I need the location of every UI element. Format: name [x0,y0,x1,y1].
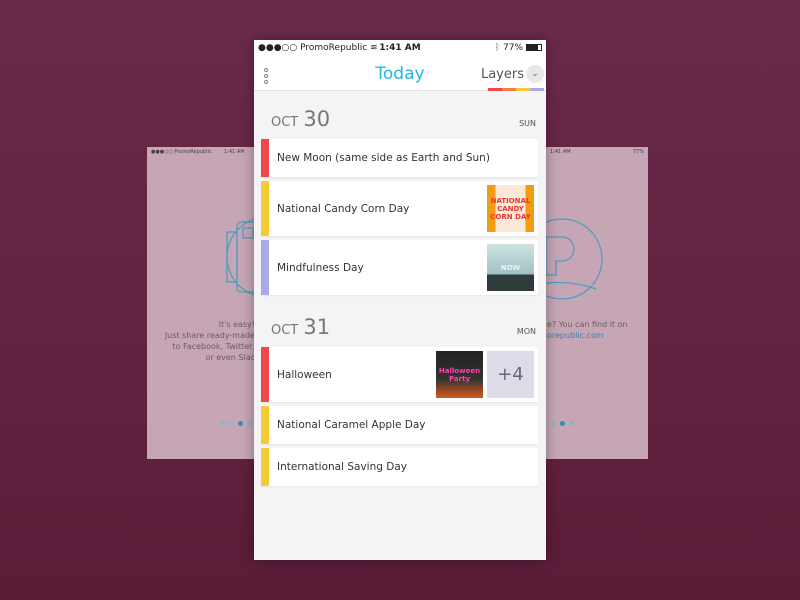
event-thumbnail[interactable]: NATIONAL CANDY CORN DAY [487,185,534,232]
event-card[interactable]: International Saving Day [261,448,538,486]
status-bar: ●●●○○ PromoRepublic ≋ 1:41 AM ᛒ 77% [254,40,546,55]
layers-button[interactable]: Layers [481,67,524,82]
promorepublic-logo-illustration-icon [546,218,603,300]
layer-color-stripe [261,448,269,486]
app-header: Today Layers ⌄ [254,55,546,91]
event-title: Halloween [277,368,332,381]
month: OCT [271,115,299,130]
event-thumbnail[interactable]: Halloween Party [436,351,483,398]
page-dots[interactable] [220,421,252,426]
event-thumbnail[interactable]: NOW [487,244,534,291]
page-dots[interactable] [542,421,574,426]
month: OCT [271,323,299,338]
event-card[interactable]: National Candy Corn Day NATIONAL CANDY CO… [261,181,538,236]
layer-color-stripe [261,240,269,295]
slide-text: It's easy! Just share ready-made to Facebo… [164,320,255,362]
slide-text: e? You can find it on orepublic.com [547,320,628,340]
day-number: 31 [303,315,331,339]
event-title: International Saving Day [277,461,407,473]
day-number: 30 [303,107,331,131]
layer-color-stripe [261,406,269,444]
website-link[interactable]: orepublic.com [547,331,604,340]
event-title: National Candy Corn Day [277,202,410,215]
carrier: ●●●○○ PromoRepublic [151,149,212,155]
event-card[interactable]: Halloween Halloween Party +4 [261,347,538,402]
layer-color-stripe [261,181,269,236]
layer-color-stripe [261,139,269,177]
event-thumbnail[interactable]: +4 [487,351,534,398]
event-card[interactable]: Mindfulness Day NOW [261,240,538,295]
time: 1:41 AM [224,149,245,155]
layer-color-stripe [261,347,269,402]
clock: 1:41 AM [379,42,421,53]
event-title: National Caramel Apple Day [277,419,426,431]
chevron-down-icon[interactable]: ⌄ [526,65,544,83]
event-card[interactable]: New Moon (same side as Earth and Sun) [261,139,538,177]
event-card[interactable]: National Caramel Apple Day [261,406,538,444]
event-list: OCT 30 SUN New Moon (same side as Earth an… [254,91,546,486]
day-header: OCT 30 SUN [254,91,546,139]
time: 1:41 AM [550,149,571,155]
event-title: New Moon (same side as Earth and Sun) [277,152,490,164]
event-title: Mindfulness Day [277,261,364,274]
weekday: MON [516,327,536,336]
day-header: OCT 31 MON [254,299,546,347]
phone-screen: ●●●○○ PromoRepublic ≋ 1:41 AM ᛒ 77% Today… [254,40,546,560]
battery-icon [526,44,542,51]
battery: 77% [632,149,644,155]
weekday: SUN [519,119,536,128]
